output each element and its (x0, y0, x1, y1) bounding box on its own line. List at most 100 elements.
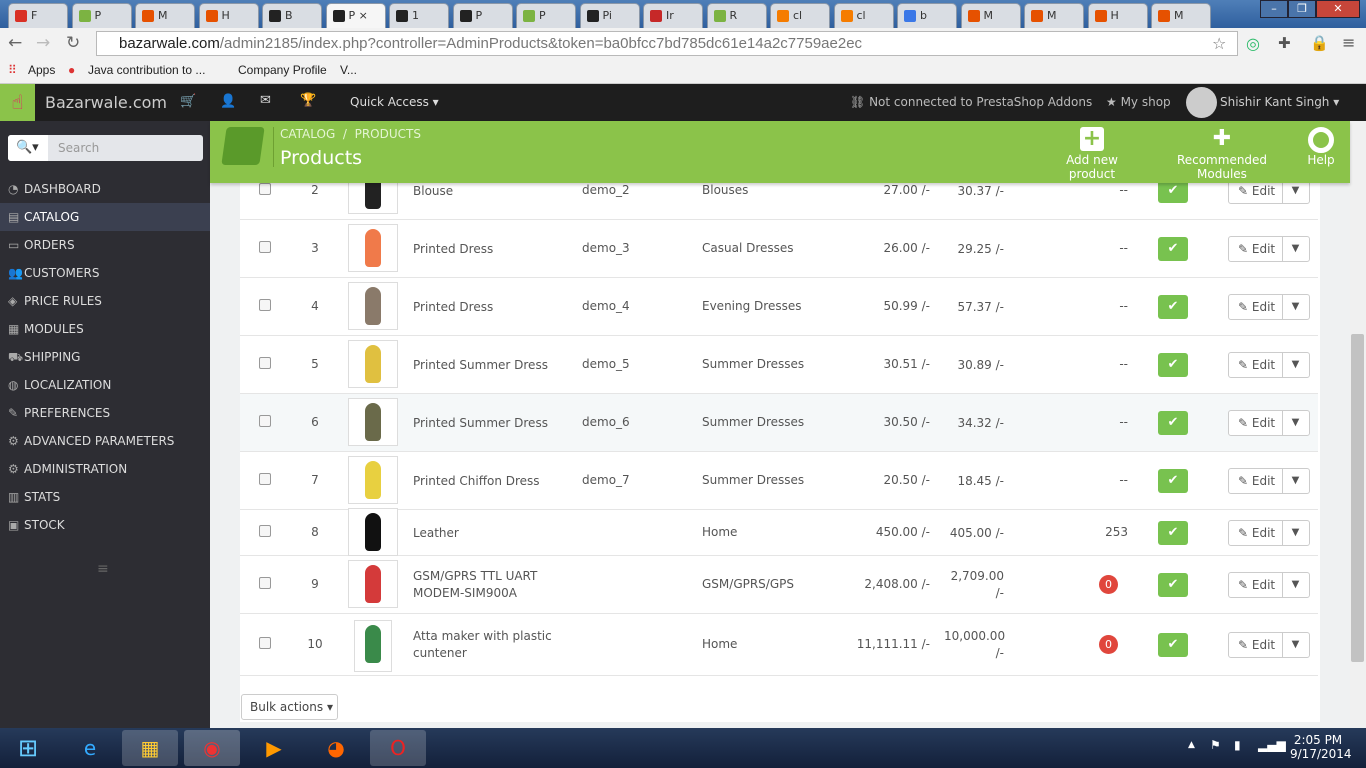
row-checkbox[interactable] (259, 241, 271, 253)
row-checkbox[interactable] (259, 357, 271, 369)
sidebar-item-stock[interactable]: ▣ STOCK (0, 511, 210, 539)
browser-tab[interactable]: Ir (643, 3, 703, 28)
edit-button[interactable]: ✎ Edit (1229, 353, 1283, 377)
browser-tab[interactable]: P (71, 3, 132, 28)
row-checkbox[interactable] (259, 415, 271, 427)
sidebar-item-modules[interactable]: ▦ MODULES (0, 315, 210, 343)
table-row[interactable]: 10 Atta maker with plastic cuntener Home 11… (240, 614, 1318, 676)
power-icon[interactable]: ▮ (1234, 738, 1241, 752)
maximize-button[interactable]: ❐ (1288, 0, 1316, 18)
chevron-down-icon[interactable]: ▼ (1282, 353, 1309, 377)
browser-tab[interactable]: R (706, 3, 767, 28)
status-enabled-toggle[interactable]: ✔ (1158, 521, 1188, 545)
table-row[interactable]: 6 Printed Summer Dress demo_6 Summer Dresse… (240, 394, 1318, 452)
bulk-actions-button[interactable]: Bulk actions ▾ (241, 694, 338, 720)
sidebar-item-shipping[interactable]: ⛟SHIPPING (0, 343, 210, 371)
edit-button[interactable]: ✎ Edit (1229, 295, 1283, 319)
browser-tab[interactable]: M (135, 3, 195, 28)
browser-tab[interactable]: M (1151, 3, 1211, 28)
address-bar[interactable]: bazarwale.com/admin2185/index.php?contro… (96, 31, 1238, 56)
network-icon[interactable]: ▂▄▆ (1258, 738, 1286, 752)
search-input[interactable]: Search (58, 141, 99, 155)
opera-icon[interactable]: O (370, 730, 426, 766)
addons-status[interactable]: ⛓ Not connected to PrestaShop Addons (850, 95, 1092, 109)
edit-button-group[interactable]: ✎ Edit ▼ (1228, 632, 1310, 658)
edit-button[interactable]: ✎ Edit (1229, 633, 1283, 657)
quick-access-menu[interactable]: Quick Access ▾ (350, 95, 439, 109)
chrome-icon[interactable]: ◉ (184, 730, 240, 766)
browser-tab[interactable]: cl (770, 3, 830, 28)
collapse-menu-icon[interactable]: ≡ (97, 561, 109, 577)
forward-icon[interactable]: → (36, 33, 50, 53)
row-checkbox[interactable] (259, 577, 271, 589)
status-enabled-toggle[interactable]: ✔ (1158, 295, 1188, 319)
edit-button[interactable]: ✎ Edit (1229, 521, 1283, 545)
chevron-down-icon[interactable]: ▼ (1282, 295, 1309, 319)
chevron-down-icon[interactable]: ▼ (1282, 237, 1309, 261)
chevron-down-icon[interactable]: ▼ (1282, 469, 1309, 493)
lock-icon[interactable]: 🔒 (1310, 34, 1329, 52)
user-menu[interactable]: Shishir Kant Singh ▾ (1220, 95, 1339, 109)
row-checkbox[interactable] (259, 299, 271, 311)
reload-icon[interactable]: ↻ (66, 33, 80, 53)
sidebar-item-customers[interactable]: 👥CUSTOMERS (0, 259, 210, 287)
browser-tab[interactable]: cl (833, 3, 894, 28)
trophy-icon[interactable]: 🏆 (300, 93, 316, 108)
status-enabled-toggle[interactable]: ✔ (1158, 353, 1188, 377)
sidebar-item-preferences[interactable]: ✎ PREFERENCES (0, 399, 210, 427)
bookmark-company-profile[interactable]: Company Profile (238, 63, 327, 77)
breadcrumb-products[interactable]: PRODUCTS (355, 127, 421, 141)
mail-icon[interactable]: ✉ (260, 93, 271, 108)
browser-tab[interactable]: b (897, 3, 957, 28)
browser-tab[interactable]: M (1024, 3, 1084, 28)
status-enabled-toggle[interactable]: ✔ (1158, 237, 1188, 261)
table-row[interactable]: 5 Printed Summer Dress demo_5 Summer Dresse… (240, 336, 1318, 394)
sidebar-item-localization[interactable]: ◍ LOCALIZATION (0, 371, 210, 399)
prestashop-logo[interactable]: ☝ (0, 84, 35, 121)
browser-tab[interactable]: Pi (579, 3, 640, 28)
star-icon[interactable]: ☆ (1212, 34, 1226, 53)
shop-name[interactable]: Bazarwale.com (45, 93, 167, 112)
chevron-down-icon[interactable]: ▼ (1282, 521, 1309, 545)
my-shop-link[interactable]: ★ My shop (1106, 95, 1171, 109)
sidebar-item-stats[interactable]: ▥ STATS (0, 483, 210, 511)
help-button[interactable]: Help (1302, 127, 1340, 167)
browser-tab[interactable]: P (452, 3, 513, 28)
edit-button-group[interactable]: ✎ Edit ▼ (1228, 236, 1310, 262)
browser-tab[interactable]: 1 (389, 3, 449, 28)
user-icon[interactable]: 👤 (220, 94, 236, 109)
edit-button[interactable]: ✎ Edit (1229, 411, 1283, 435)
edit-button[interactable]: ✎ Edit (1229, 469, 1283, 493)
browser-tab[interactable]: H (198, 3, 259, 28)
avatar[interactable] (1186, 87, 1217, 118)
bookmark-v[interactable]: V... (340, 63, 357, 77)
row-checkbox[interactable] (259, 473, 271, 485)
cart-icon[interactable]: 🛒 (180, 94, 196, 109)
scrollbar-thumb[interactable] (1351, 334, 1364, 662)
row-checkbox[interactable] (259, 525, 271, 537)
row-checkbox[interactable] (259, 637, 271, 649)
close-window-button[interactable]: ✕ (1316, 0, 1360, 18)
browser-tab[interactable]: H (1087, 3, 1148, 28)
explorer-icon[interactable]: ▦ (122, 730, 178, 766)
search-type-button[interactable]: 🔍▾ (8, 135, 48, 161)
table-row[interactable]: 9 GSM/GPRS TTL UART MODEM-SIM900A GSM/GPRS… (240, 556, 1318, 614)
extension-icon[interactable]: ◎ (1246, 34, 1260, 53)
edit-button-group[interactable]: ✎ Edit ▼ (1228, 294, 1310, 320)
puzzle-icon[interactable]: ✚ (1278, 34, 1291, 52)
ie-icon[interactable]: e (62, 730, 118, 766)
browser-tab[interactable]: P × (325, 3, 386, 28)
edit-button[interactable]: ✎ Edit (1229, 573, 1283, 597)
edit-button-group[interactable]: ✎ Edit ▼ (1228, 520, 1310, 546)
chevron-down-icon[interactable]: ▼ (1282, 633, 1309, 657)
sidebar-item-price-rules[interactable]: ◈ PRICE RULES (0, 287, 210, 315)
browser-tab[interactable]: B (262, 3, 322, 28)
row-checkbox[interactable] (259, 183, 271, 195)
chevron-down-icon[interactable]: ▼ (1282, 411, 1309, 435)
minimize-button[interactable]: – (1260, 0, 1288, 18)
status-enabled-toggle[interactable]: ✔ (1158, 573, 1188, 597)
table-row[interactable]: 4 Printed Dress demo_4 Evening Dresses 50.99… (240, 278, 1318, 336)
back-icon[interactable]: ← (8, 33, 22, 53)
status-enabled-toggle[interactable]: ✔ (1158, 633, 1188, 657)
table-row[interactable]: 8 Leather Home 450.00 /- 405.00 /- 253 ✔ ✎ Edit… (240, 508, 1318, 556)
